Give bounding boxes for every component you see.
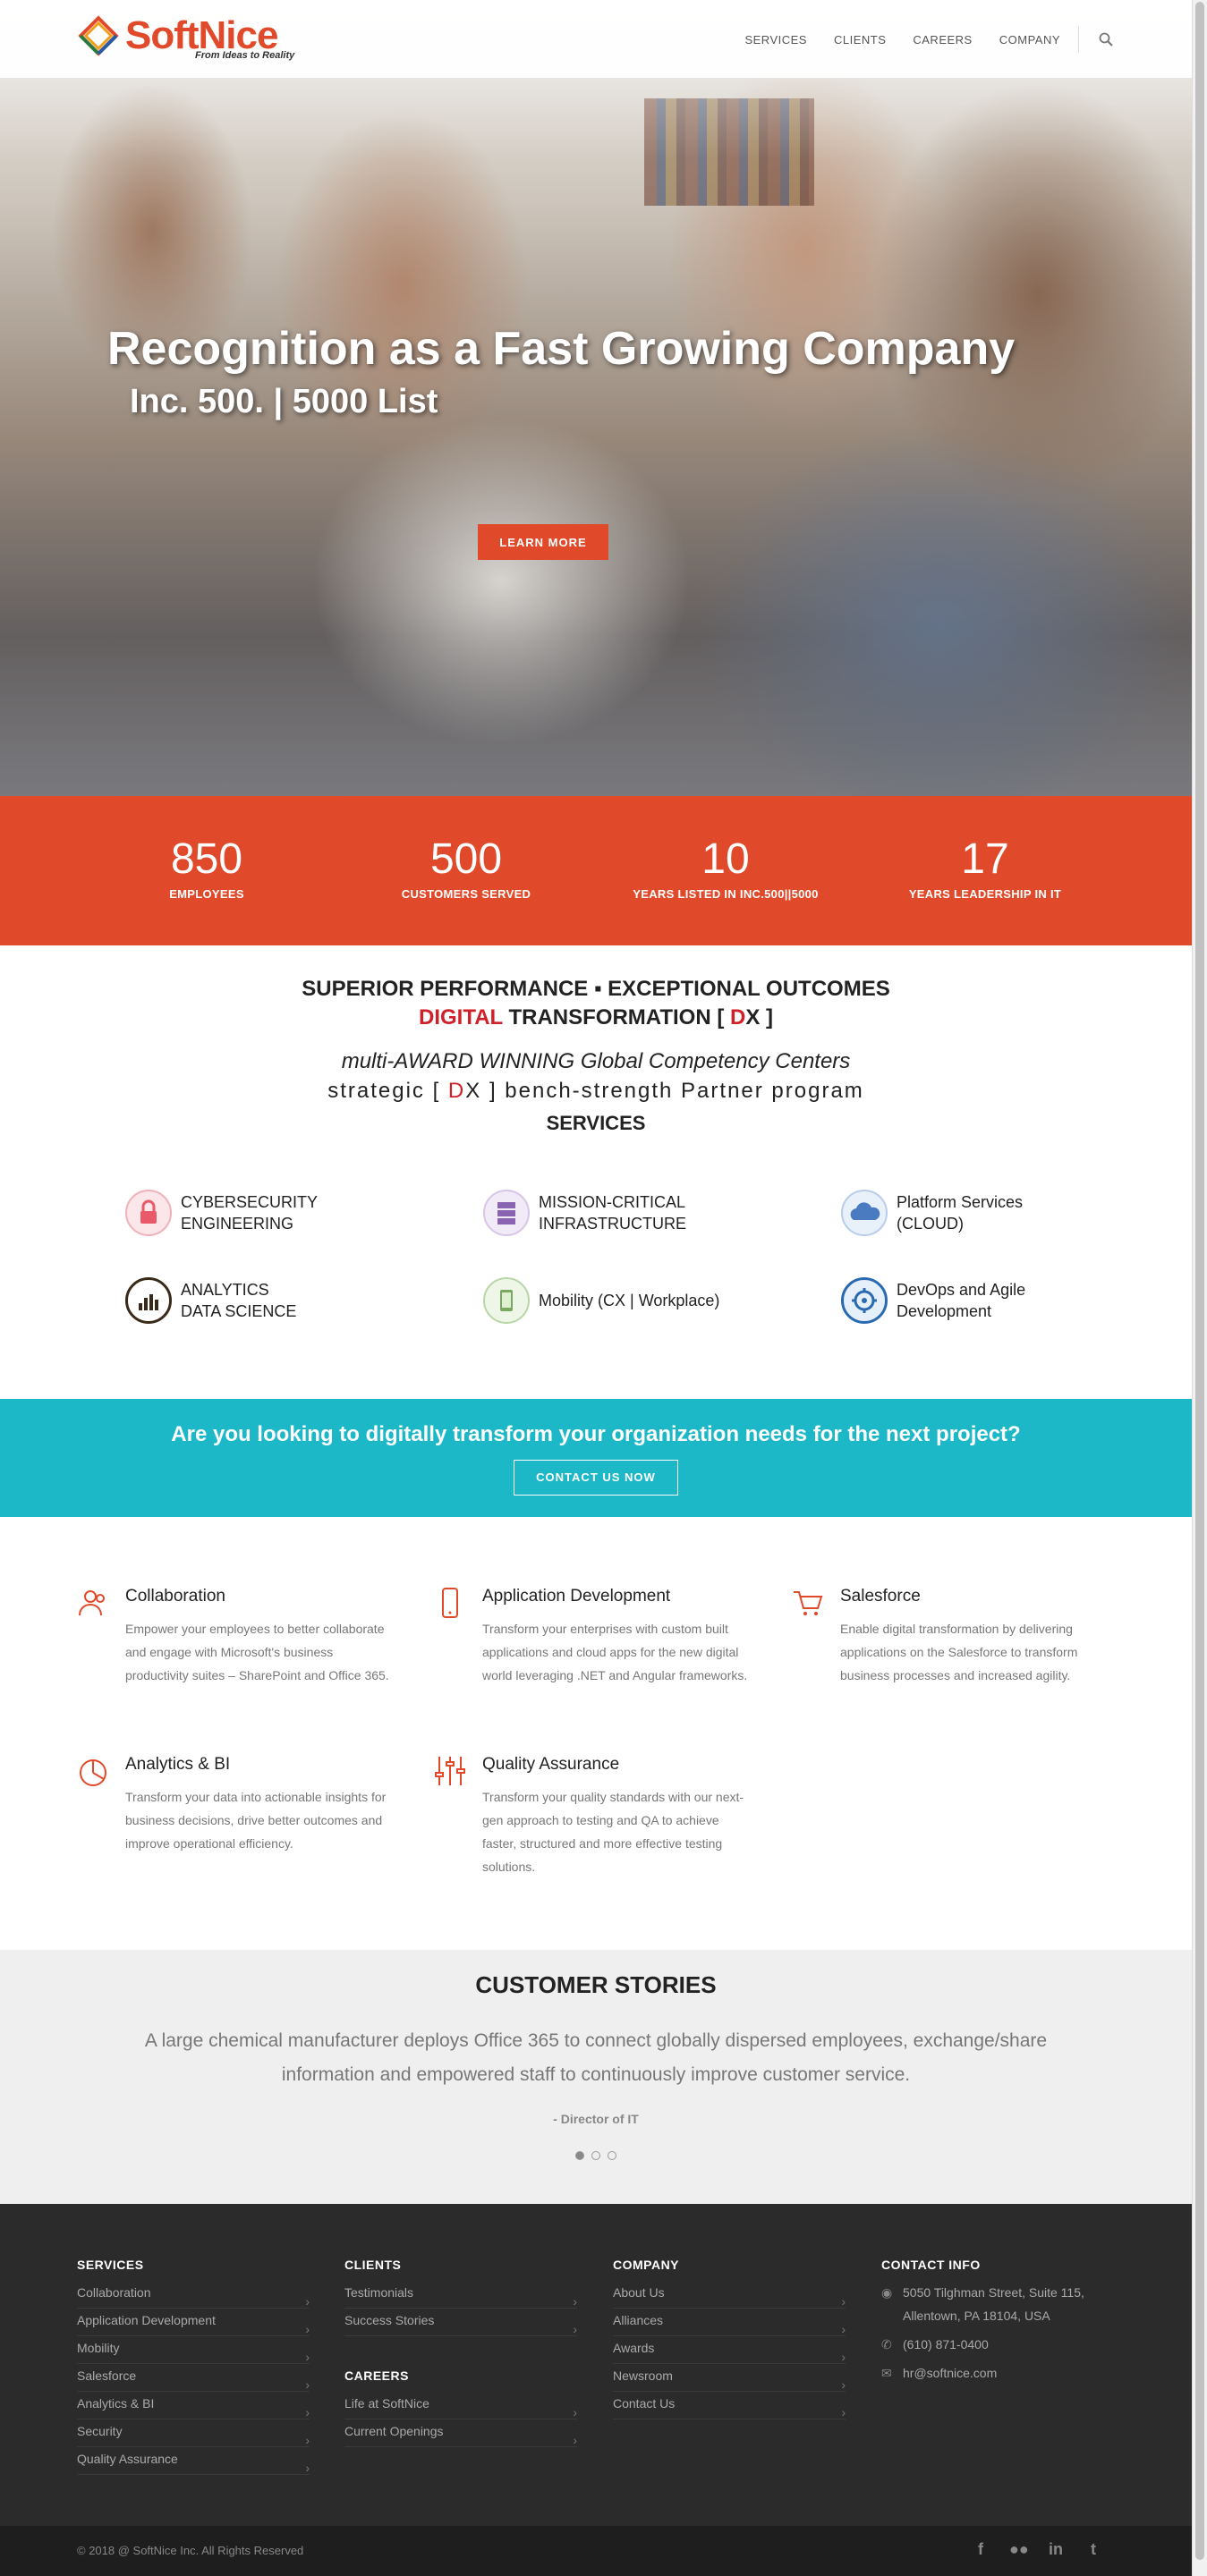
footer-link[interactable]: Application Development › <box>77 2309 310 2336</box>
intro-dx-line: DIGITAL TRANSFORMATION [ DX ] <box>419 1005 773 1030</box>
softnice-logo[interactable]: SoftNice From Ideas to Reality <box>77 14 294 61</box>
services-heading: SERVICES <box>546 1112 646 1134</box>
logo-diamond-icon <box>77 14 120 57</box>
learn-more-button[interactable]: LEARN MORE <box>478 524 608 560</box>
cta-question: Are you looking to digitally transform y… <box>171 1422 1021 1446</box>
page-scrollbar[interactable] <box>1192 0 1207 2576</box>
copyright: © 2018 @ SoftNice Inc. All Rights Reserv… <box>77 2544 304 2557</box>
hero-title: Recognition as a Fast Growing Company <box>107 323 1016 375</box>
nav-company[interactable]: COMPANY <box>999 33 1060 47</box>
story-quote: A large chemical manufacturer deploys Of… <box>144 2030 1048 2085</box>
mail-icon: ✉ <box>881 2366 892 2380</box>
stats-bar: 850 EMPLOYEES 500 CUSTOMERS SERVED 10 YEARS… <box>0 796 1192 945</box>
sliders-icon <box>434 1755 466 1791</box>
site-header: SoftNice From Ideas to Reality SERVICES … <box>0 0 1192 79</box>
users-icon <box>77 1587 109 1623</box>
carousel-dot[interactable] <box>608 2151 616 2160</box>
footer-link[interactable]: Salesforce › <box>77 2364 310 2392</box>
server-icon <box>483 1190 530 1236</box>
footer-contact: CONTACT INFO ◉ 5050 Tilghman Street, Suit… <box>881 2258 1114 2390</box>
mobile-icon <box>483 1277 530 1324</box>
footer-services: SERVICES Collaboration › Application Deve… <box>77 2258 310 2475</box>
nav-clients[interactable]: CLIENTS <box>834 33 886 47</box>
twitter-icon[interactable]: t <box>1084 2540 1102 2559</box>
footer-link[interactable]: Mobility › <box>77 2336 310 2364</box>
devops-icon <box>841 1277 888 1324</box>
stat-employees: 850 EMPLOYEES <box>169 835 244 902</box>
cloud-icon <box>841 1190 888 1236</box>
service-cybersecurity[interactable]: CYBERSECURITY ENGINEERING <box>125 1190 447 1236</box>
intro-award-line: multi-AWARD WINNING Global Competency Ce… <box>341 1049 851 1073</box>
facebook-icon[interactable]: f <box>972 2540 990 2559</box>
footer-link[interactable]: Current Openings › <box>344 2419 577 2447</box>
nav-services[interactable]: SERVICES <box>744 33 807 47</box>
footer-company: COMPANY About Us › Alliances › Awards › New… <box>613 2258 846 2419</box>
service-mobility[interactable]: Mobility (CX | Workplace) <box>483 1277 805 1324</box>
analytics-icon <box>125 1277 172 1324</box>
service-analytics[interactable]: ANALYTICS DATA SCIENCE <box>125 1277 447 1324</box>
main-nav: SERVICES CLIENTS CAREERS COMPANY <box>718 0 1113 79</box>
stories-title: CUSTOMER STORIES <box>475 1971 717 1998</box>
footer-link[interactable]: Success Stories › <box>344 2309 577 2336</box>
footer-link[interactable]: Awards › <box>613 2336 846 2364</box>
logo-tagline: From Ideas to Reality <box>195 50 295 61</box>
footer-link[interactable]: Alliances › <box>613 2309 846 2336</box>
footer-link[interactable]: Contact Us › <box>613 2392 846 2419</box>
service-infrastructure[interactable]: MISSION-CRITICAL INFRASTRUCTURE <box>483 1190 805 1236</box>
cta-banner: Are you looking to digitally transform y… <box>0 1399 1192 1517</box>
service-cloud[interactable]: Platform Services (CLOUD) <box>841 1190 1163 1236</box>
footer-link[interactable]: Life at SoftNice › <box>344 2392 577 2419</box>
linkedin-icon[interactable]: in <box>1047 2540 1065 2559</box>
search-icon[interactable] <box>1099 32 1113 47</box>
intro-headline: SUPERIOR PERFORMANCE ▪ EXCEPTIONAL OUTCO… <box>302 977 890 1001</box>
carousel-dot[interactable] <box>591 2151 600 2160</box>
cart-icon <box>792 1587 824 1623</box>
carousel-dots <box>0 2151 1192 2160</box>
contact-email[interactable]: ✉ hr@softnice.com <box>881 2361 1114 2385</box>
phone-icon: ✆ <box>881 2337 892 2351</box>
footer-link[interactable]: Collaboration › <box>77 2281 310 2309</box>
flickr-icon[interactable]: ●● <box>1009 2540 1029 2559</box>
lock-icon <box>125 1190 172 1236</box>
footer-link[interactable]: Quality Assurance › <box>77 2447 310 2475</box>
stat-years-leadership: 17 YEARS LEADERSHIP IN IT <box>908 835 1062 902</box>
service-devops[interactable]: DevOps and Agile Development <box>841 1277 1163 1324</box>
social-links: f ●● in t <box>972 2540 1102 2559</box>
pie-chart-icon <box>77 1755 109 1791</box>
intro-partner-line: strategic [ DX ] bench-strength Partner … <box>327 1079 864 1103</box>
nav-careers[interactable]: CAREERS <box>913 33 972 47</box>
nav-divider <box>1078 26 1079 53</box>
footer-link[interactable]: Analytics & BI › <box>77 2392 310 2419</box>
intro-section: SUPERIOR PERFORMANCE ▪ EXCEPTIONAL OUTCO… <box>0 975 1192 1141</box>
contact-address: ◉ 5050 Tilghman Street, Suite 115, Allent… <box>881 2281 1114 2327</box>
contact-us-button[interactable]: CONTACT US NOW <box>514 1460 678 1496</box>
site-footer: SERVICES Collaboration › Application Deve… <box>0 2204 1192 2526</box>
customer-stories: CUSTOMER STORIES A large chemical manufa… <box>0 1950 1192 2204</box>
contact-phone[interactable]: ✆ (610) 871-0400 <box>881 2333 1114 2356</box>
footer-bottom-bar: © 2018 @ SoftNice Inc. All Rights Reserv… <box>0 2526 1192 2576</box>
page: Recognition as a Fast Growing Company In… <box>0 0 1192 2576</box>
footer-link[interactable]: Testimonials › <box>344 2281 577 2309</box>
map-pin-icon: ◉ <box>881 2285 893 2300</box>
smartphone-icon <box>434 1587 466 1623</box>
story-author: - Director of IT <box>553 2112 639 2126</box>
footer-link[interactable]: Security › <box>77 2419 310 2447</box>
carousel-dot[interactable] <box>575 2151 584 2160</box>
footer-clients: CLIENTS Testimonials › Success Stories › C… <box>344 2258 577 2447</box>
stat-years-listed: 10 YEARS LISTED IN INC.500||5000 <box>633 835 819 902</box>
footer-link[interactable]: Newsroom › <box>613 2364 846 2392</box>
stat-customers: 500 CUSTOMERS SERVED <box>401 835 531 902</box>
hero-subtitle: Inc. 500. | 5000 List <box>130 383 438 420</box>
footer-link[interactable]: About Us › <box>613 2281 846 2309</box>
